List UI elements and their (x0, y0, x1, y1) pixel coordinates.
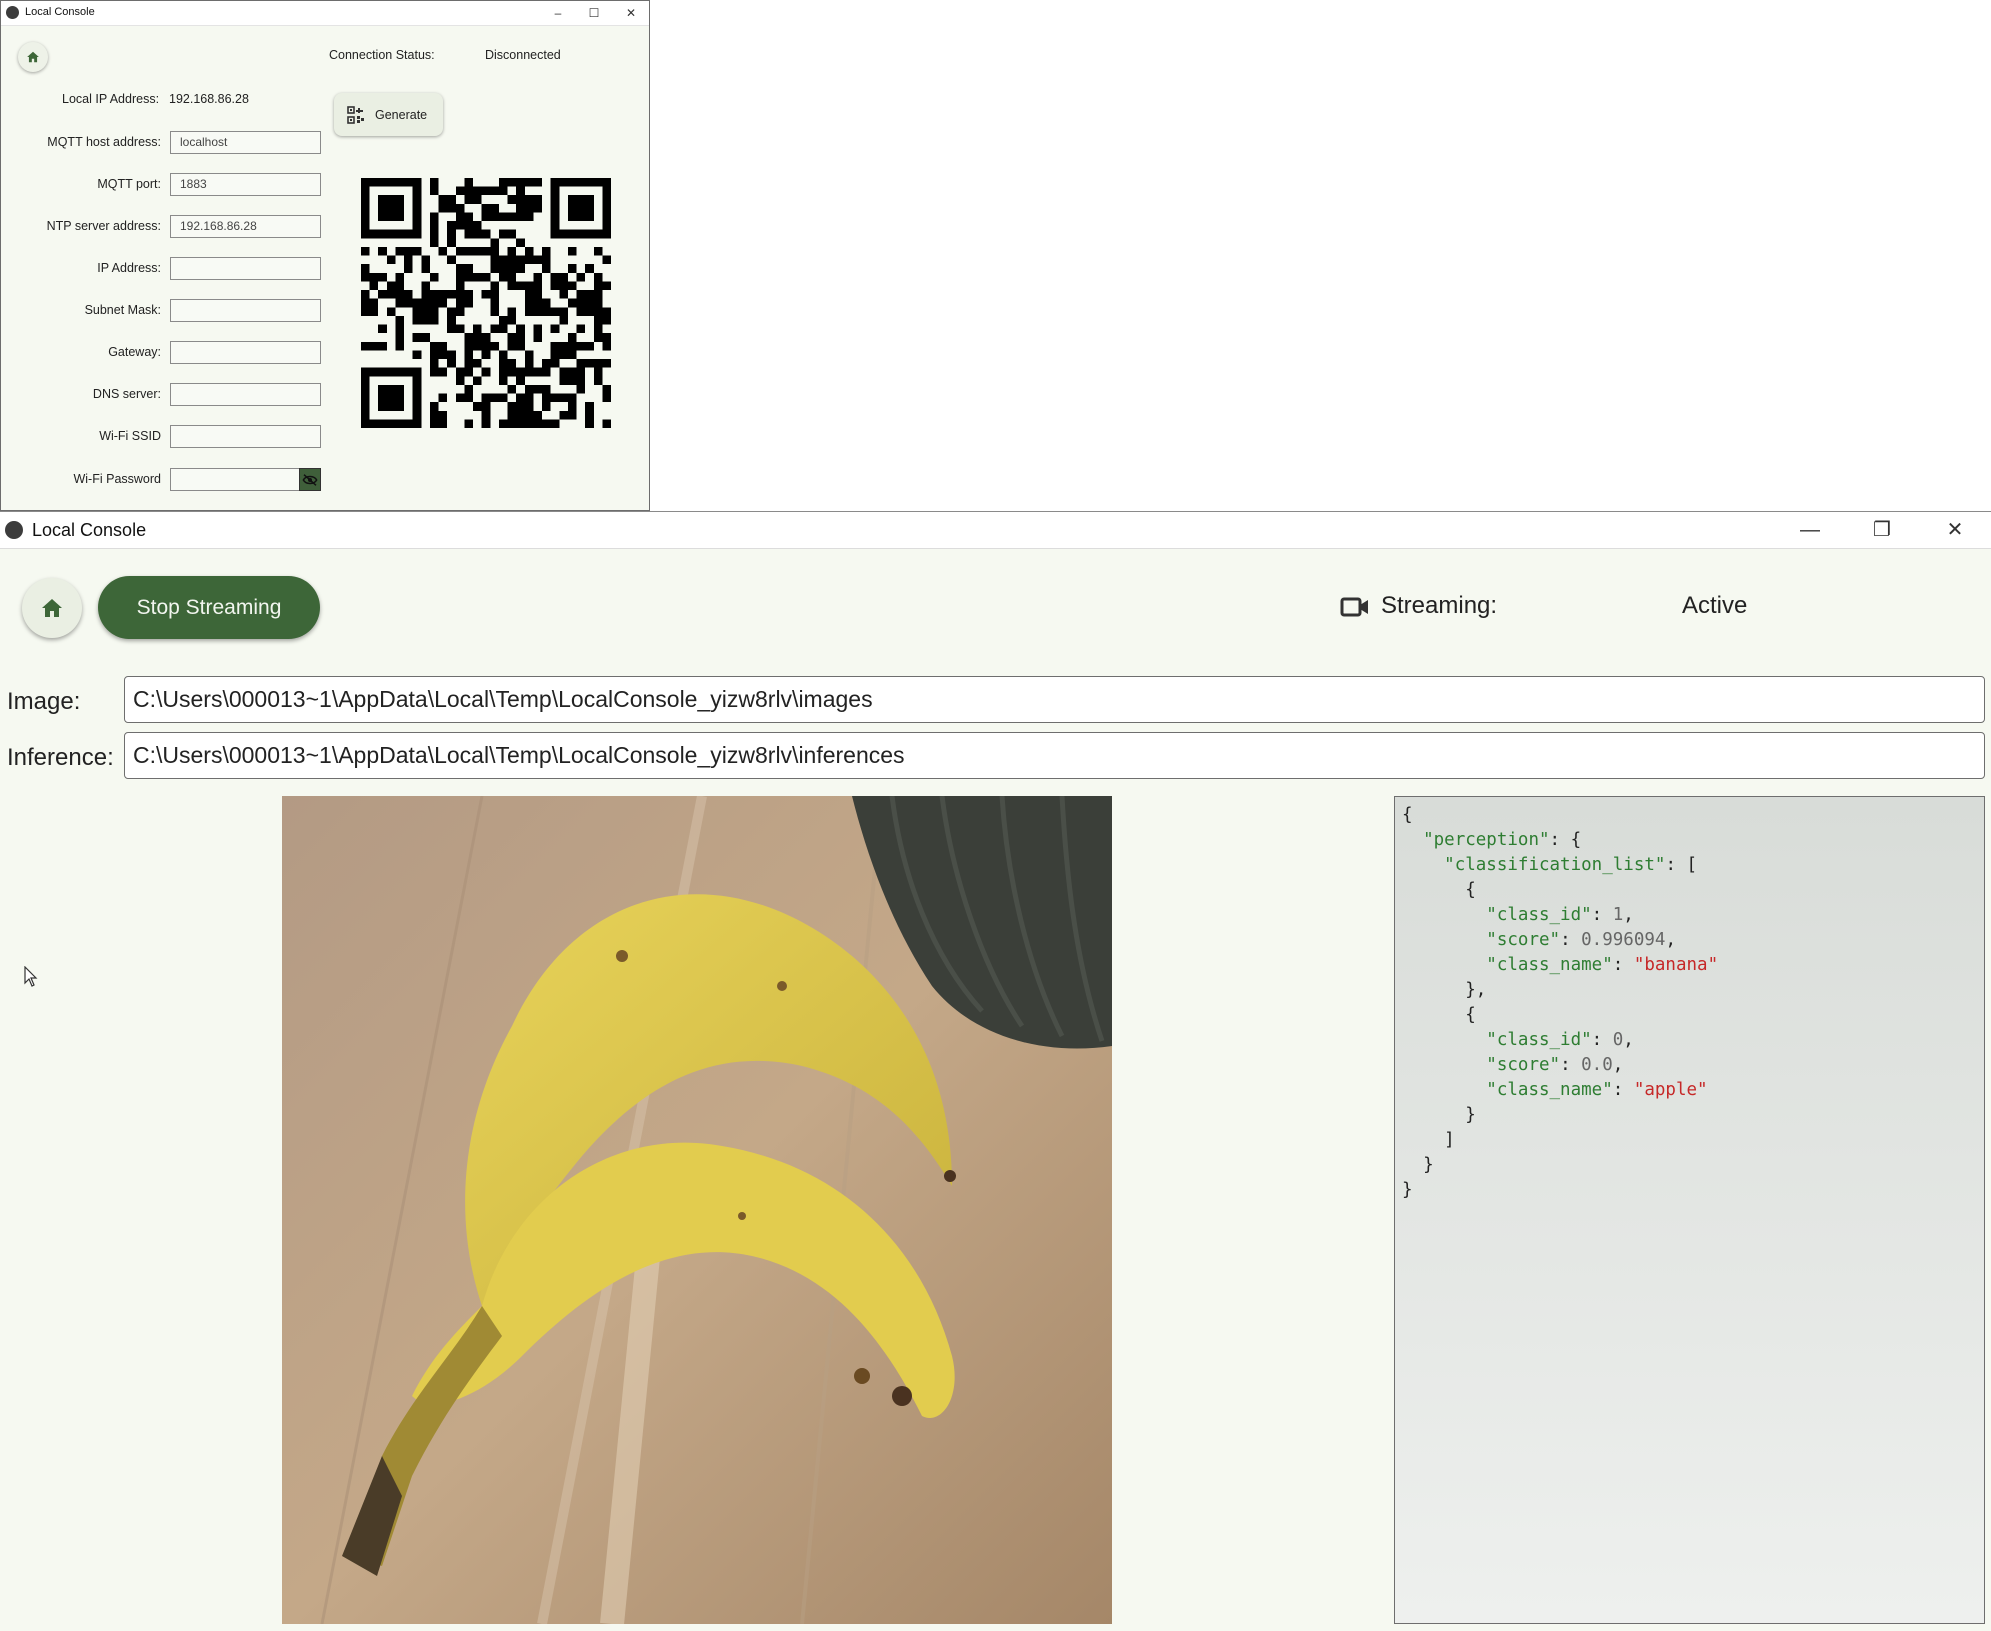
qr-code-image (361, 178, 611, 428)
json-line: "classification_list": [ (1444, 855, 1698, 875)
json-key: "score" (1486, 1055, 1561, 1075)
mqtt-host-label: MQTT host address: (47, 135, 161, 149)
image-path-field[interactable]: C:\Users\000013~1\AppData\Local\Temp\Loc… (124, 676, 1985, 723)
qr-finder-center (567, 195, 594, 222)
stream-window-titlebar: Local Console — ❐ ✕ (0, 512, 1991, 549)
minimize-button[interactable]: – (547, 4, 569, 22)
mouse-cursor-icon (24, 966, 38, 987)
json-line: "class_id": 0, (1486, 1030, 1634, 1050)
json-line: "class_name": "banana" (1486, 955, 1719, 975)
streaming-label: Streaming: (1381, 592, 1498, 619)
json-line: { (1402, 1005, 1476, 1025)
connection-status-value: Disconnected (485, 48, 561, 62)
local-ip-value: 192.168.86.28 (169, 92, 249, 106)
json-line: }, (1402, 980, 1487, 1000)
stream-window: Local Console — ❐ ✕ Stop Streaming Strea… (0, 511, 1991, 1631)
gateway-label: Gateway: (108, 345, 161, 359)
mqtt-host-field[interactable]: localhost (170, 131, 321, 154)
generate-button[interactable]: Generate (334, 93, 443, 136)
video-camera-icon (1340, 597, 1368, 617)
ip-address-field[interactable] (170, 257, 321, 280)
json-key: "classification_list" (1444, 855, 1666, 875)
home-button[interactable] (18, 42, 48, 72)
wifi-password-label: Wi-Fi Password (73, 472, 161, 486)
json-line: "score": 0.996094, (1486, 930, 1676, 950)
close-button[interactable]: ✕ (620, 4, 642, 22)
eye-off-icon (302, 473, 318, 486)
mqtt-port-label: MQTT port: (97, 177, 161, 191)
toggle-password-visibility-button[interactable] (299, 468, 321, 491)
app-icon (6, 6, 19, 19)
camera-frame-image (282, 796, 1112, 1624)
json-string: "apple" (1633, 1080, 1708, 1100)
inference-json-panel: { "perception": { "classification_list":… (1394, 796, 1985, 1624)
connection-status-label: Connection Status: (329, 48, 435, 62)
inference-path-field[interactable]: C:\Users\000013~1\AppData\Local\Temp\Loc… (124, 732, 1985, 779)
json-key: "class_id" (1486, 905, 1592, 925)
stop-streaming-button[interactable]: Stop Streaming (98, 576, 320, 639)
ntp-server-label: NTP server address: (46, 219, 161, 233)
json-line: { (1402, 805, 1413, 825)
gateway-field[interactable] (170, 341, 321, 364)
wifi-ssid-label: Wi-Fi SSID (99, 429, 161, 443)
setup-window-title: Local Console (25, 6, 95, 18)
image-label: Image: (7, 688, 81, 715)
ip-address-label: IP Address: (97, 261, 161, 275)
setup-window-titlebar: Local Console – ☐ ✕ (1, 1, 649, 26)
json-line: } (1402, 1105, 1476, 1125)
mqtt-port-field[interactable]: 1883 (170, 173, 321, 196)
json-key: "class_name" (1486, 955, 1613, 975)
wifi-password-field[interactable] (170, 468, 300, 491)
dns-server-label: DNS server: (92, 387, 161, 401)
json-line: ] (1402, 1130, 1455, 1150)
json-line: } (1402, 1180, 1413, 1200)
json-key: "class_id" (1486, 1030, 1592, 1050)
json-line: "class_id": 1, (1486, 905, 1634, 925)
json-string: "banana" (1633, 955, 1719, 975)
subnet-mask-field[interactable] (170, 299, 321, 322)
json-line: { (1402, 880, 1476, 900)
json-line: } (1402, 1155, 1434, 1175)
json-number: 0.996094 (1581, 930, 1666, 950)
home-icon (42, 599, 62, 617)
qr-finder-center (378, 384, 405, 411)
json-line: "class_name": "apple" (1486, 1080, 1708, 1100)
json-key: "score" (1486, 930, 1561, 950)
dns-server-field[interactable] (170, 383, 321, 406)
local-ip-label: Local IP Address: (62, 92, 160, 106)
json-number: 1 (1612, 905, 1624, 925)
app-icon (5, 521, 23, 539)
maximize-button[interactable]: ☐ (583, 4, 605, 22)
json-number: 0 (1612, 1030, 1624, 1050)
qr-finder-center (378, 195, 405, 222)
ntp-server-field[interactable]: 192.168.86.28 (170, 215, 321, 238)
generate-label: Generate (375, 107, 428, 122)
restore-button[interactable]: ❐ (1860, 516, 1904, 544)
json-key: "class_name" (1486, 1080, 1613, 1100)
minimize-button[interactable]: — (1788, 516, 1832, 544)
inference-label: Inference: (7, 744, 114, 771)
stream-window-title: Local Console (32, 520, 147, 540)
qr-code-icon (347, 105, 364, 124)
json-key: "perception" (1423, 830, 1550, 850)
home-button[interactable] (22, 578, 82, 638)
wifi-ssid-field[interactable] (170, 425, 321, 448)
json-number: 0.0 (1581, 1055, 1613, 1075)
streaming-status-value: Active (1682, 592, 1748, 619)
json-line: "score": 0.0, (1486, 1055, 1624, 1075)
close-button[interactable]: ✕ (1933, 516, 1977, 544)
json-line: "perception": { (1423, 830, 1582, 850)
subnet-mask-label: Subnet Mask: (84, 303, 161, 317)
setup-window: Local Console – ☐ ✕ Connection Status: D… (0, 0, 650, 511)
home-icon (27, 51, 39, 63)
